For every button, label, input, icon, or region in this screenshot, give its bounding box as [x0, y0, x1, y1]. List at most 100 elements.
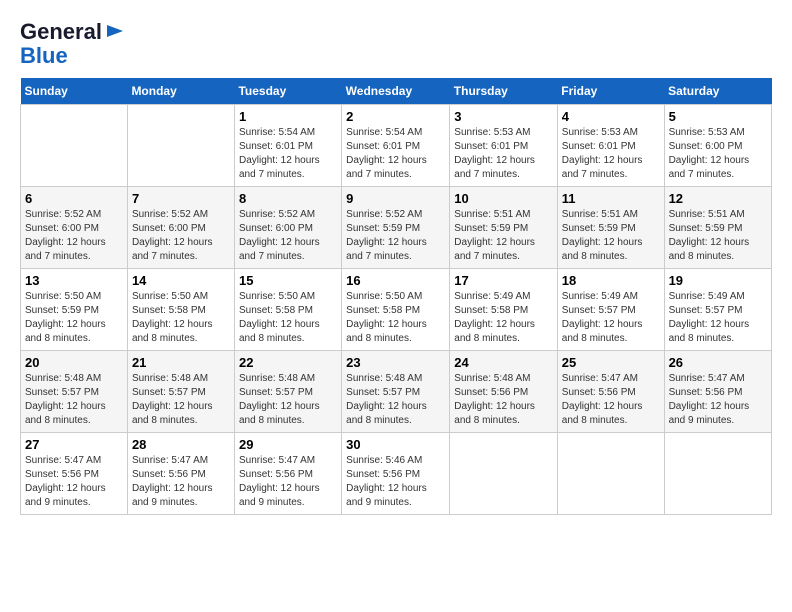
- calendar-cell: 23Sunrise: 5:48 AMSunset: 5:57 PMDayligh…: [342, 351, 450, 433]
- day-number: 9: [346, 191, 445, 206]
- week-row-3: 13Sunrise: 5:50 AMSunset: 5:59 PMDayligh…: [21, 269, 772, 351]
- day-info: Sunrise: 5:50 AMSunset: 5:58 PMDaylight:…: [132, 290, 230, 346]
- calendar-cell: 18Sunrise: 5:49 AMSunset: 5:57 PMDayligh…: [557, 269, 664, 351]
- day-number: 5: [669, 109, 767, 124]
- day-info: Sunrise: 5:51 AMSunset: 5:59 PMDaylight:…: [454, 208, 553, 264]
- daylight-text: Daylight: 12 hours and 7 minutes.: [25, 236, 123, 264]
- sunset-text: Sunset: 5:57 PM: [25, 386, 123, 400]
- calendar-cell: 25Sunrise: 5:47 AMSunset: 5:56 PMDayligh…: [557, 351, 664, 433]
- day-number: 16: [346, 273, 445, 288]
- sunrise-text: Sunrise: 5:48 AM: [346, 372, 445, 386]
- calendar-cell: 5Sunrise: 5:53 AMSunset: 6:00 PMDaylight…: [664, 105, 771, 187]
- sunrise-text: Sunrise: 5:50 AM: [25, 290, 123, 304]
- calendar-cell: 21Sunrise: 5:48 AMSunset: 5:57 PMDayligh…: [127, 351, 234, 433]
- sunrise-text: Sunrise: 5:53 AM: [562, 126, 660, 140]
- calendar-cell: 1Sunrise: 5:54 AMSunset: 6:01 PMDaylight…: [234, 105, 341, 187]
- day-number: 3: [454, 109, 553, 124]
- sunset-text: Sunset: 5:57 PM: [239, 386, 337, 400]
- sunset-text: Sunset: 6:00 PM: [25, 222, 123, 236]
- calendar-cell: 17Sunrise: 5:49 AMSunset: 5:58 PMDayligh…: [450, 269, 558, 351]
- sunrise-text: Sunrise: 5:47 AM: [239, 454, 337, 468]
- daylight-text: Daylight: 12 hours and 9 minutes.: [346, 482, 445, 510]
- day-info: Sunrise: 5:53 AMSunset: 6:01 PMDaylight:…: [562, 126, 660, 182]
- day-number: 15: [239, 273, 337, 288]
- daylight-text: Daylight: 12 hours and 7 minutes.: [239, 236, 337, 264]
- sunset-text: Sunset: 5:56 PM: [669, 386, 767, 400]
- calendar-cell: 9Sunrise: 5:52 AMSunset: 5:59 PMDaylight…: [342, 187, 450, 269]
- week-row-1: 1Sunrise: 5:54 AMSunset: 6:01 PMDaylight…: [21, 105, 772, 187]
- sunrise-text: Sunrise: 5:54 AM: [346, 126, 445, 140]
- day-header-saturday: Saturday: [664, 78, 771, 105]
- sunset-text: Sunset: 5:57 PM: [669, 304, 767, 318]
- sunset-text: Sunset: 5:58 PM: [132, 304, 230, 318]
- daylight-text: Daylight: 12 hours and 7 minutes.: [239, 154, 337, 182]
- calendar-cell: 16Sunrise: 5:50 AMSunset: 5:58 PMDayligh…: [342, 269, 450, 351]
- calendar-cell: [664, 433, 771, 515]
- day-header-sunday: Sunday: [21, 78, 128, 105]
- sunrise-text: Sunrise: 5:47 AM: [562, 372, 660, 386]
- calendar-table: SundayMondayTuesdayWednesdayThursdayFrid…: [20, 78, 772, 515]
- daylight-text: Daylight: 12 hours and 8 minutes.: [562, 400, 660, 428]
- day-info: Sunrise: 5:47 AMSunset: 5:56 PMDaylight:…: [239, 454, 337, 510]
- day-header-wednesday: Wednesday: [342, 78, 450, 105]
- sunset-text: Sunset: 5:58 PM: [454, 304, 553, 318]
- day-number: 30: [346, 437, 445, 452]
- sunset-text: Sunset: 5:57 PM: [346, 386, 445, 400]
- day-info: Sunrise: 5:47 AMSunset: 5:56 PMDaylight:…: [25, 454, 123, 510]
- daylight-text: Daylight: 12 hours and 8 minutes.: [132, 400, 230, 428]
- daylight-text: Daylight: 12 hours and 8 minutes.: [562, 318, 660, 346]
- calendar-cell: 28Sunrise: 5:47 AMSunset: 5:56 PMDayligh…: [127, 433, 234, 515]
- sunrise-text: Sunrise: 5:47 AM: [132, 454, 230, 468]
- sunset-text: Sunset: 5:56 PM: [346, 468, 445, 482]
- sunrise-text: Sunrise: 5:48 AM: [239, 372, 337, 386]
- calendar-cell: 30 Sunrise: 5:46 AMSunset: 5:56 PMDayligh…: [342, 433, 450, 515]
- daylight-text: Daylight: 12 hours and 8 minutes.: [239, 318, 337, 346]
- day-number: 17: [454, 273, 553, 288]
- calendar-cell: 6Sunrise: 5:52 AMSunset: 6:00 PMDaylight…: [21, 187, 128, 269]
- day-info: Sunrise: 5:51 AMSunset: 5:59 PMDaylight:…: [562, 208, 660, 264]
- sunrise-text: Sunrise: 5:51 AM: [454, 208, 553, 222]
- day-info: Sunrise: 5:49 AMSunset: 5:57 PMDaylight:…: [669, 290, 767, 346]
- daylight-text: Daylight: 12 hours and 7 minutes.: [346, 236, 445, 264]
- sunrise-text: Sunrise: 5:47 AM: [25, 454, 123, 468]
- calendar-cell: 2Sunrise: 5:54 AMSunset: 6:01 PMDaylight…: [342, 105, 450, 187]
- calendar-cell: 4 Sunrise: 5:53 AMSunset: 6:01 PMDaylight…: [557, 105, 664, 187]
- sunset-text: Sunset: 5:58 PM: [239, 304, 337, 318]
- day-header-friday: Friday: [557, 78, 664, 105]
- day-info: Sunrise: 5:54 AMSunset: 6:01 PMDaylight:…: [239, 126, 337, 182]
- day-number: 20: [25, 355, 123, 370]
- sunrise-text: Sunrise: 5:53 AM: [669, 126, 767, 140]
- daylight-text: Daylight: 12 hours and 9 minutes.: [669, 400, 767, 428]
- day-number: 13: [25, 273, 123, 288]
- daylight-text: Daylight: 12 hours and 8 minutes.: [454, 400, 553, 428]
- day-number: 25: [562, 355, 660, 370]
- sunrise-text: Sunrise: 5:51 AM: [562, 208, 660, 222]
- daylight-text: Daylight: 12 hours and 7 minutes.: [454, 154, 553, 182]
- day-number: 11: [562, 191, 660, 206]
- day-number: 10: [454, 191, 553, 206]
- calendar-cell: 29Sunrise: 5:47 AMSunset: 5:56 PMDayligh…: [234, 433, 341, 515]
- calendar-cell: 15 Sunrise: 5:50 AMSunset: 5:58 PMDayligh…: [234, 269, 341, 351]
- calendar-cell: [557, 433, 664, 515]
- day-info: Sunrise: 5:50 AMSunset: 5:58 PMDaylight:…: [239, 290, 337, 346]
- logo-general: General: [20, 20, 102, 44]
- sunset-text: Sunset: 5:57 PM: [562, 304, 660, 318]
- daylight-text: Daylight: 12 hours and 8 minutes.: [562, 236, 660, 264]
- day-info: Sunrise: 5:46 AMSunset: 5:56 PMDaylight:…: [346, 454, 445, 510]
- calendar-cell: [127, 105, 234, 187]
- day-info: Sunrise: 5:48 AMSunset: 5:57 PMDaylight:…: [132, 372, 230, 428]
- daylight-text: Daylight: 12 hours and 7 minutes.: [454, 236, 553, 264]
- logo: General Blue: [20, 20, 125, 68]
- daylight-text: Daylight: 12 hours and 7 minutes.: [562, 154, 660, 182]
- day-number: 12: [669, 191, 767, 206]
- day-number: 23: [346, 355, 445, 370]
- week-row-5: 27Sunrise: 5:47 AMSunset: 5:56 PMDayligh…: [21, 433, 772, 515]
- day-number: 14: [132, 273, 230, 288]
- daylight-text: Daylight: 12 hours and 9 minutes.: [132, 482, 230, 510]
- calendar-cell: 19Sunrise: 5:49 AMSunset: 5:57 PMDayligh…: [664, 269, 771, 351]
- sunrise-text: Sunrise: 5:50 AM: [132, 290, 230, 304]
- day-number: 6: [25, 191, 123, 206]
- day-number: 4: [562, 109, 660, 124]
- calendar-cell: 7Sunrise: 5:52 AMSunset: 6:00 PMDaylight…: [127, 187, 234, 269]
- sunset-text: Sunset: 5:57 PM: [132, 386, 230, 400]
